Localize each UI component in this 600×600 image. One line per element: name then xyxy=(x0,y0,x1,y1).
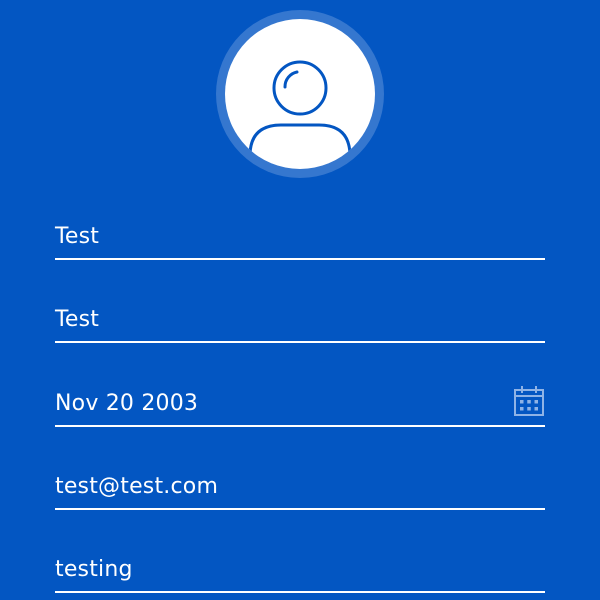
email-value: test@test.com xyxy=(55,474,219,499)
password-field[interactable]: testing xyxy=(55,553,545,593)
password-value: testing xyxy=(55,557,133,582)
birthdate-value: Nov 20 2003 xyxy=(55,391,199,416)
last-name-field[interactable]: Test xyxy=(55,303,545,343)
email-field[interactable]: test@test.com xyxy=(55,470,545,510)
birthdate-field[interactable]: Nov 20 2003 xyxy=(55,385,545,427)
last-name-value: Test xyxy=(55,307,100,332)
avatar[interactable] xyxy=(225,19,375,169)
first-name-field[interactable]: Test xyxy=(55,220,545,260)
user-profile-icon xyxy=(248,60,352,169)
first-name-value: Test xyxy=(55,224,100,249)
calendar-icon[interactable] xyxy=(513,385,545,417)
